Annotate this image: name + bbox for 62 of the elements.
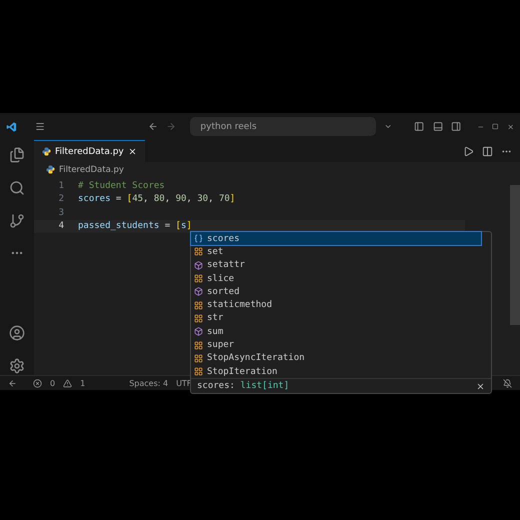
search-icon[interactable] (9, 180, 25, 196)
settings-icon[interactable] (9, 358, 25, 374)
tab-label: FilteredData.py (55, 146, 124, 156)
panel-left-icon[interactable] (414, 121, 425, 132)
cube-icon (194, 287, 203, 296)
python-file-icon (42, 147, 51, 156)
cube-icon (194, 260, 203, 270)
account-icon[interactable] (9, 325, 25, 341)
class-icon (194, 300, 203, 310)
encoding-status[interactable]: UTF (176, 378, 192, 388)
suggestion-item[interactable]: StopIteration (191, 364, 481, 378)
class-icon (194, 274, 203, 284)
class-icon (194, 314, 203, 323)
class-icon (194, 340, 203, 350)
detail-signature: scores: list[int] (197, 381, 290, 392)
indentation-status[interactable]: Spaces: 4 (129, 378, 168, 388)
class-icon (194, 247, 203, 256)
files-icon[interactable] (9, 147, 25, 163)
menu-icon[interactable] (35, 121, 46, 132)
line-number: 3 (58, 208, 65, 218)
python-file-icon (46, 165, 55, 174)
notifications-icon[interactable] (503, 378, 512, 388)
search-field[interactable]: python reels (190, 117, 376, 136)
suggestion-item[interactable]: staticmethod (191, 298, 481, 312)
panel-bottom-icon[interactable] (432, 121, 443, 132)
warning-icon (63, 378, 72, 388)
vscode-logo-icon (6, 120, 18, 132)
close-icon[interactable] (476, 382, 485, 391)
back-arrow-icon[interactable] (148, 121, 158, 132)
suggestion-item[interactable]: set (191, 245, 481, 259)
scrollbar[interactable] (510, 185, 520, 325)
chevron-down-icon[interactable] (384, 122, 392, 131)
run-icon[interactable] (463, 146, 474, 156)
split-editor-icon[interactable] (482, 146, 493, 156)
warning-count[interactable]: 1 (80, 378, 86, 388)
source-control-icon[interactable] (9, 213, 25, 229)
suggestion-item[interactable]: setattr (191, 258, 481, 272)
error-icon (33, 378, 42, 388)
code-text: scores = [45, 80, 90, 30, 70] (78, 194, 236, 204)
class-icon (194, 367, 203, 376)
suggestion-item[interactable]: StopAsyncIteration (191, 352, 481, 365)
breadcrumb[interactable]: FilteredData.py (59, 164, 124, 174)
line-number: 2 (58, 194, 65, 204)
suggestion-item[interactable]: sum (191, 325, 481, 338)
suggestion-item[interactable]: scores (191, 232, 481, 246)
close-icon[interactable] (128, 147, 137, 156)
line-number: 1 (58, 180, 65, 191)
error-count[interactable]: 0 (50, 378, 56, 388)
code-text: # Student Scores (78, 180, 165, 191)
suggestion-item[interactable]: slice (191, 272, 481, 286)
line-number: 4 (58, 221, 65, 232)
code-text: passed_students = [s] (78, 221, 192, 232)
suggestion-item[interactable]: super (191, 338, 481, 352)
variable-icon (194, 234, 203, 244)
forward-arrow-icon[interactable] (166, 121, 176, 132)
maximize-icon[interactable] (492, 123, 499, 130)
suggestion-item[interactable]: sorted (191, 285, 481, 298)
suggestion-item[interactable]: str (191, 312, 481, 326)
editor-tab[interactable]: FilteredData.py (34, 140, 145, 162)
cube-icon (194, 327, 203, 336)
panel-right-icon[interactable] (450, 121, 461, 132)
class-icon (194, 354, 203, 363)
